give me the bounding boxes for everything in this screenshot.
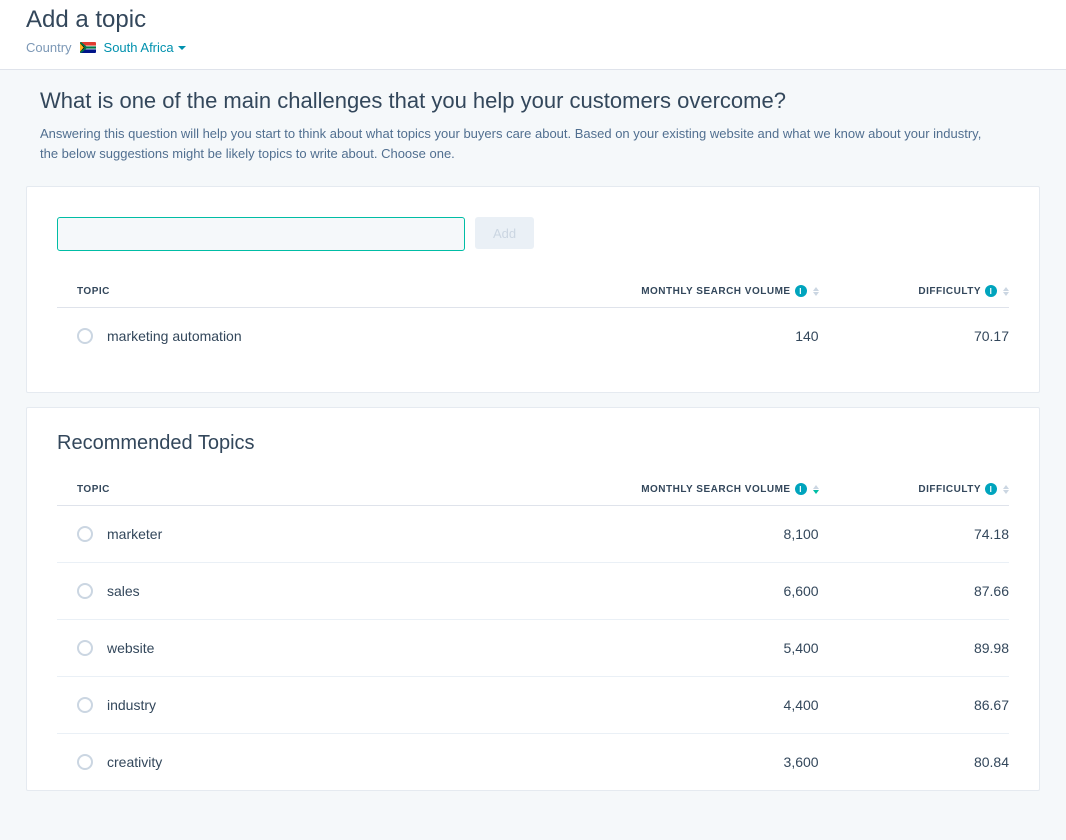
topic-name: marketing automation (107, 328, 242, 344)
topic-volume: 3,600 (609, 734, 818, 791)
country-dropdown[interactable]: South Africa (104, 40, 186, 55)
topic-difficulty: 70.17 (819, 308, 1009, 365)
recommended-topics-card: Recommended Topics TOPIC MONTHLY SEARCH … (26, 407, 1040, 791)
topic-volume: 4,400 (609, 677, 818, 734)
country-label: Country (26, 40, 72, 55)
country-selector-row: Country South Africa (26, 40, 1040, 55)
radio-button[interactable] (77, 697, 93, 713)
column-label: MONTHLY SEARCH VOLUME (641, 484, 790, 495)
chevron-down-icon (178, 46, 186, 50)
recommended-title: Recommended Topics (57, 432, 1009, 455)
radio-button[interactable] (77, 526, 93, 542)
info-icon[interactable]: i (795, 285, 807, 297)
recommended-topics-table: TOPIC MONTHLY SEARCH VOLUME i (57, 473, 1009, 790)
column-label: DIFFICULTY (918, 286, 981, 297)
sort-icon[interactable] (1003, 287, 1009, 296)
add-topic-card: Add TOPIC MONTHLY SEARCH VOLUME i (26, 186, 1040, 393)
radio-button[interactable] (77, 640, 93, 656)
table-row[interactable]: marketing automation 140 70.17 (57, 308, 1009, 365)
column-label: MONTHLY SEARCH VOLUME (641, 286, 790, 297)
south-africa-flag-icon (80, 42, 96, 53)
table-row[interactable]: sales 6,600 87.66 (57, 563, 1009, 620)
topic-name: marketer (107, 526, 162, 542)
table-row[interactable]: website 5,400 89.98 (57, 620, 1009, 677)
topic-volume: 140 (609, 308, 818, 365)
sort-icon[interactable] (813, 485, 819, 494)
topic-name: website (107, 640, 154, 656)
info-icon[interactable]: i (985, 483, 997, 495)
column-header-difficulty[interactable]: DIFFICULTY i (819, 275, 1009, 308)
column-header-volume[interactable]: MONTHLY SEARCH VOLUME i (609, 275, 818, 308)
topic-name: sales (107, 583, 140, 599)
column-label: TOPIC (77, 484, 110, 495)
info-icon[interactable]: i (795, 483, 807, 495)
topic-difficulty: 89.98 (819, 620, 1009, 677)
intro-text: Answering this question will help you st… (26, 124, 986, 164)
column-header-topic: TOPIC (57, 473, 609, 506)
radio-button[interactable] (77, 328, 93, 344)
topic-name: creativity (107, 754, 162, 770)
table-row[interactable]: industry 4,400 86.67 (57, 677, 1009, 734)
add-button[interactable]: Add (475, 217, 534, 249)
topic-volume: 6,600 (609, 563, 818, 620)
column-header-topic: TOPIC (57, 275, 609, 308)
topic-volume: 5,400 (609, 620, 818, 677)
topic-difficulty: 87.66 (819, 563, 1009, 620)
column-header-volume[interactable]: MONTHLY SEARCH VOLUME i (609, 473, 818, 506)
sort-icon[interactable] (813, 287, 819, 296)
column-label: DIFFICULTY (918, 484, 981, 495)
sort-icon[interactable] (1003, 485, 1009, 494)
table-row[interactable]: marketer 8,100 74.18 (57, 506, 1009, 563)
topic-name: industry (107, 697, 156, 713)
country-value: South Africa (104, 40, 174, 55)
page-title: Add a topic (26, 6, 1040, 34)
radio-button[interactable] (77, 583, 93, 599)
column-label: TOPIC (77, 286, 110, 297)
page-content: What is one of the main challenges that … (0, 70, 1066, 791)
topic-volume: 8,100 (609, 506, 818, 563)
entered-topics-table: TOPIC MONTHLY SEARCH VOLUME i (57, 275, 1009, 364)
add-topic-row: Add (57, 217, 1009, 251)
table-row[interactable]: creativity 3,600 80.84 (57, 734, 1009, 791)
column-header-difficulty[interactable]: DIFFICULTY i (819, 473, 1009, 506)
radio-button[interactable] (77, 754, 93, 770)
topic-difficulty: 74.18 (819, 506, 1009, 563)
intro-heading: What is one of the main challenges that … (26, 88, 1040, 114)
page-header: Add a topic Country South Africa (0, 0, 1066, 70)
topic-input[interactable] (57, 217, 465, 251)
topic-difficulty: 80.84 (819, 734, 1009, 791)
info-icon[interactable]: i (985, 285, 997, 297)
topic-difficulty: 86.67 (819, 677, 1009, 734)
